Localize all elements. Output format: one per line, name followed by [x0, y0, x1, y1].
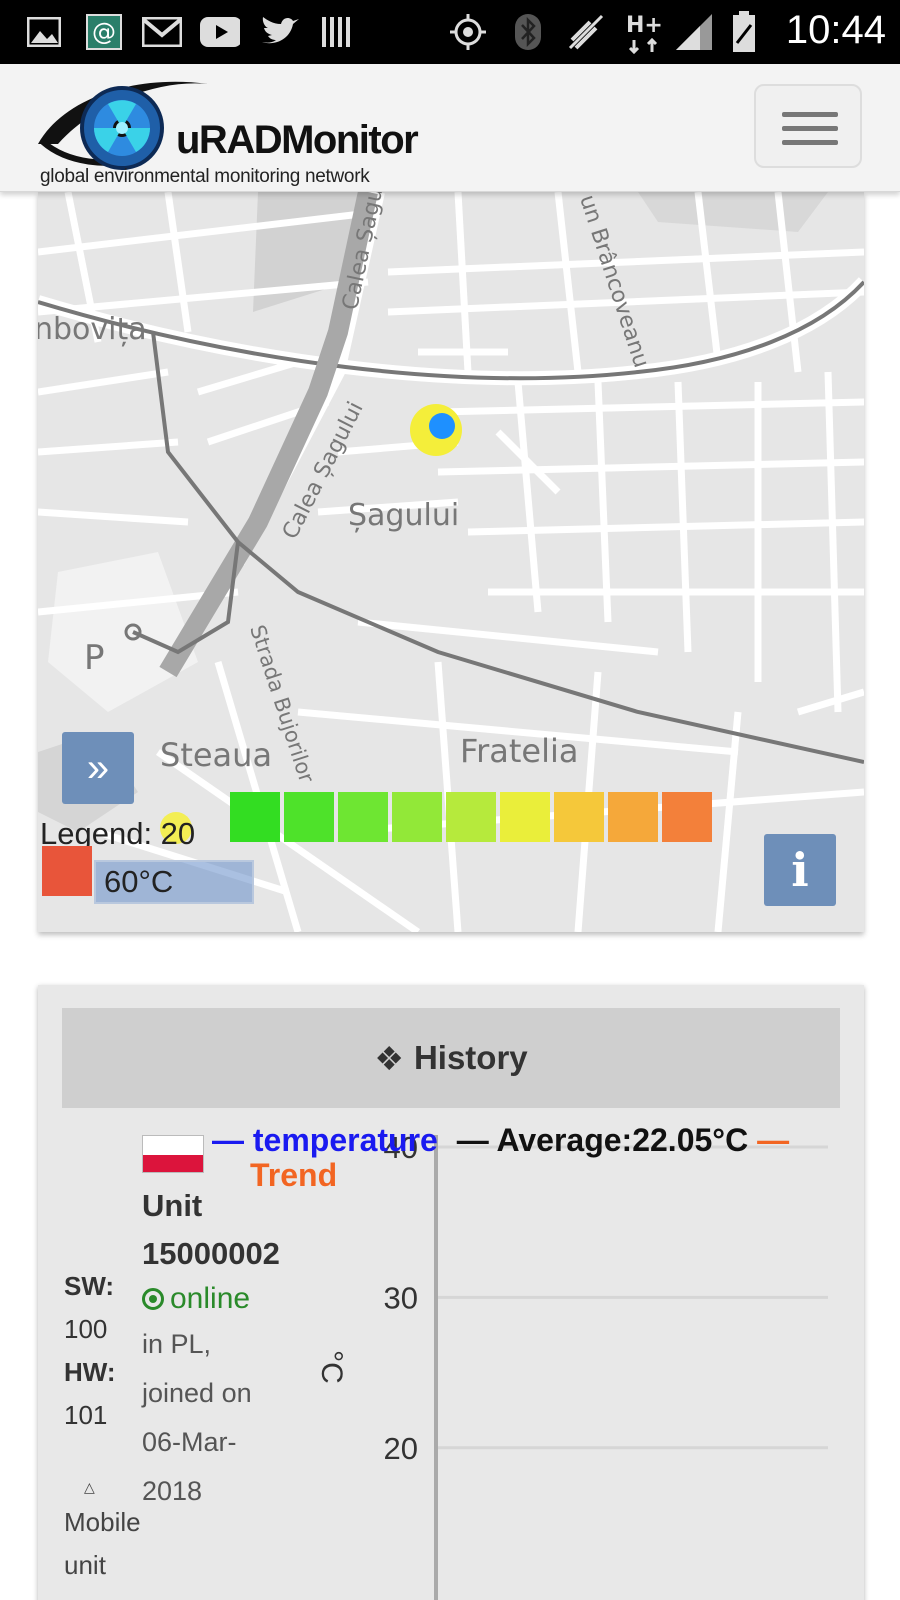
hw-label: HW: [64, 1357, 116, 1387]
legend-average-swatch: — [456, 1122, 497, 1158]
legend-swatch [500, 792, 550, 842]
status-bar: @ H+ 10:44 [0, 0, 900, 64]
legend-swatch [230, 792, 280, 842]
legend-trend-swatch: — [757, 1122, 790, 1158]
legend-swatch [446, 792, 496, 842]
status-text: online [170, 1282, 251, 1315]
legend-swatch [554, 792, 604, 842]
hplus-signal-icon: H+ [626, 12, 666, 54]
legend-swatch [608, 792, 658, 842]
firmware-info: SW: 100 HW: 101 [64, 1265, 116, 1437]
chart-y-tick-label: 20 [384, 1431, 418, 1466]
map-label-fratelia: Fratelia [460, 732, 579, 770]
gmail-icon [142, 12, 182, 52]
app-header: uRADMonitor global environmental monitor… [0, 64, 900, 192]
brand-tagline: global environmental monitoring network [40, 166, 370, 187]
legend-swatch [284, 792, 334, 842]
legend-max-label: 60°C [94, 860, 254, 904]
history-button[interactable]: ❖ History [62, 1008, 840, 1108]
battery-icon [724, 11, 764, 52]
mobile-line-2: unit [64, 1550, 106, 1580]
diamond-icon: ❖ [374, 1038, 404, 1078]
barcode-icon [318, 12, 358, 52]
mute-icon [566, 12, 606, 52]
expand-panel-button[interactable]: » [62, 732, 134, 804]
svg-text:@: @ [92, 18, 116, 46]
bluetooth-icon [508, 12, 548, 52]
map-label-sagului: Șagului [348, 498, 460, 533]
history-button-label: History [413, 1039, 528, 1076]
menu-button[interactable] [754, 84, 862, 168]
svg-text:H+: H+ [626, 13, 663, 38]
twitter-icon [260, 12, 300, 52]
image-icon [24, 12, 64, 52]
legend-temperature[interactable]: temperature [253, 1122, 438, 1158]
youtube-icon [200, 12, 240, 52]
legend-swatch [42, 846, 92, 896]
legend-swatch [338, 792, 388, 842]
sw-label: SW: [64, 1271, 115, 1301]
unit-details-panel: ❖ History Unit 15000002 online in PL, jo… [38, 985, 864, 1600]
online-status-icon [142, 1288, 164, 1310]
legend-temperature-swatch: — [212, 1122, 253, 1158]
mobile-line-1: Mobile [64, 1507, 141, 1537]
mobile-unit-info: △ Mobile unit [64, 1473, 141, 1587]
cell-signal-icon [674, 12, 714, 52]
map-station-marker[interactable] [429, 413, 455, 439]
clock-time: 10:44 [785, 8, 886, 52]
hamburger-icon [782, 112, 838, 117]
sw-value: 100 [64, 1314, 108, 1344]
info-button[interactable]: i [764, 834, 836, 906]
poland-flag-icon [142, 1135, 205, 1174]
legend-swatch [392, 792, 442, 842]
brand-name[interactable]: uRADMonitor [176, 118, 419, 163]
parking-icon: P [84, 638, 105, 678]
temperature-chart[interactable]: 403020 °C [288, 1135, 848, 1600]
map-label-steaua: Steaua [160, 736, 273, 774]
legend-average[interactable]: Average:22.05°C [496, 1122, 748, 1158]
legend-swatch [662, 792, 712, 842]
warning-icon: △ [84, 1479, 95, 1495]
chart-legend: — temperature — Average:22.05°C — Trend [212, 1122, 789, 1194]
map-label-dambovita: nbovița [38, 312, 147, 347]
hw-value: 101 [64, 1400, 108, 1430]
legend-trend[interactable]: Trend [212, 1157, 789, 1194]
chart-ylabel: °C [315, 1350, 348, 1384]
map-view[interactable]: nbovița Calea Șagului Calea Șagului un B… [38, 192, 864, 932]
gps-icon [448, 12, 488, 52]
chart-y-tick-label: 30 [384, 1280, 418, 1315]
email-at-icon: @ [84, 12, 124, 52]
